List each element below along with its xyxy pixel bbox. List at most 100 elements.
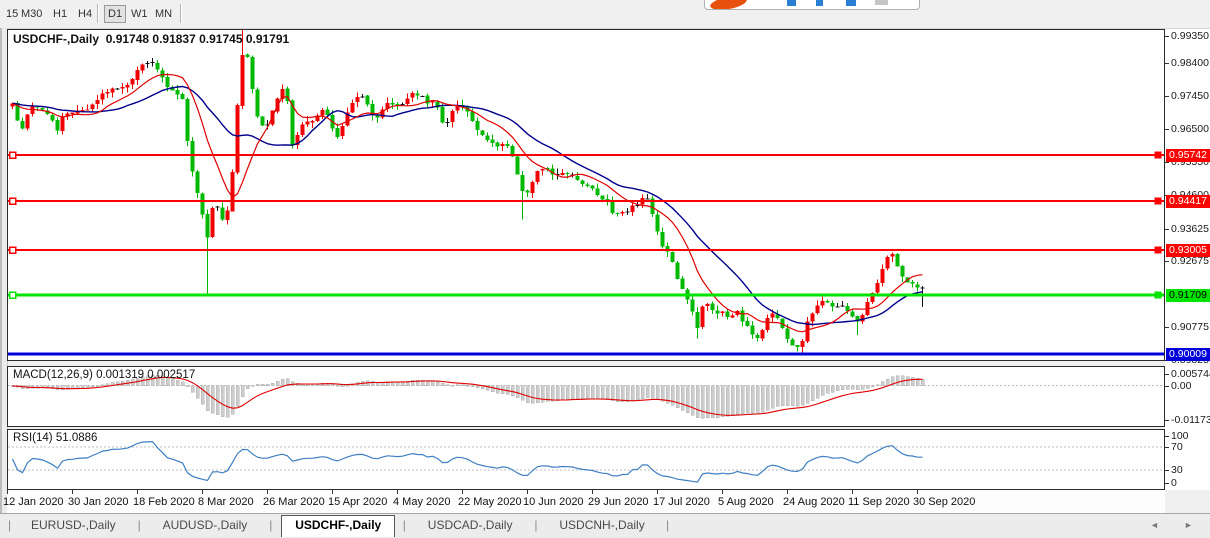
date-tick (332, 490, 333, 494)
price-axis-tick (1165, 96, 1169, 97)
tab-separator: | (138, 518, 141, 532)
timeframe-button-h4[interactable]: H4 (75, 6, 95, 22)
tab-separator: | (666, 518, 669, 532)
date-tick (852, 490, 853, 494)
price-axis-tick (1165, 360, 1169, 361)
macd-axis-label: -0.011738 (1171, 414, 1210, 426)
macd-label: MACD(12,26,9) 0.001319 0.002517 (13, 369, 195, 381)
toolbar-separator (97, 4, 98, 23)
hline-left-handle (10, 198, 16, 204)
tab-audusd-daily[interactable]: AUDUSD-,Daily (150, 516, 261, 535)
floating-logo-overlay (704, 0, 920, 10)
hline-right-handle (1155, 198, 1161, 204)
price-badge-0.93005[interactable]: 0.93005 (1166, 244, 1210, 257)
rsi-axis-label: 0 (1171, 477, 1177, 489)
hline-0.91709[interactable] (8, 292, 1164, 298)
date-tick (462, 490, 463, 494)
price-axis[interactable]: 0.993500.984000.974500.965000.955500.946… (1165, 29, 1210, 490)
hline-right-handle (1155, 152, 1161, 158)
price-axis-label: 0.93625 (1171, 223, 1209, 235)
tab-usdcnh-daily[interactable]: USDCNH-,Daily (546, 516, 657, 535)
macd-axis-tick (1165, 386, 1169, 387)
rsi-axis-label: 70 (1171, 441, 1183, 453)
price-axis-tick (1165, 327, 1169, 328)
tab-eurusd-daily[interactable]: EURUSD-,Daily (18, 516, 129, 535)
macd-name: MACD(12,26,9) (13, 369, 93, 381)
rsi-axis-label: 30 (1171, 464, 1183, 476)
date-tick (722, 490, 723, 494)
price-axis-label: 0.97450 (1171, 90, 1209, 102)
rsi-chart (8, 430, 1164, 489)
date-label: 30 Jan 2020 (68, 496, 129, 508)
price-axis-tick (1165, 162, 1169, 163)
price-axis-label: 0.90775 (1171, 321, 1209, 333)
price-axis-label: 0.98400 (1171, 57, 1209, 69)
rsi-value: 51.0886 (56, 432, 98, 444)
rsi-label: RSI(14) 51.0886 (13, 432, 97, 444)
price-badge-0.95742[interactable]: 0.95742 (1166, 149, 1210, 162)
rsi-indicator-panel[interactable]: RSI(14) 51.0886 (7, 429, 1165, 490)
tab-separator: | (269, 518, 272, 532)
date-tick (267, 490, 268, 494)
hline-left-handle (10, 152, 16, 158)
date-label: 12 Jan 2020 (3, 496, 64, 508)
date-tick (397, 490, 398, 494)
date-tick (527, 490, 528, 494)
tab-separator: | (403, 518, 406, 532)
date-label: 15 Apr 2020 (328, 496, 387, 508)
candles (11, 30, 925, 354)
candlestick-chart[interactable] (8, 30, 1164, 360)
date-axis[interactable]: 12 Jan 202030 Jan 202018 Feb 20208 Mar 2… (7, 490, 1165, 513)
price-axis-tick (1165, 229, 1169, 230)
hline-0.95742[interactable] (8, 152, 1164, 158)
date-tick (592, 490, 593, 494)
logo-blue-glyph-icon (846, 0, 856, 6)
date-label: 8 Mar 2020 (198, 496, 254, 508)
rsi-axis-tick (1165, 483, 1169, 484)
macd-indicator-panel[interactable]: MACD(12,26,9) 0.001319 0.002517 (7, 366, 1165, 427)
slow-ma-line (13, 87, 923, 325)
date-label: 26 Mar 2020 (263, 496, 325, 508)
price-axis-tick (1165, 261, 1169, 262)
price-badge-0.94417[interactable]: 0.94417 (1166, 195, 1210, 208)
toolbar-separator (180, 4, 181, 23)
logo-blue-glyph-icon (787, 0, 796, 6)
date-label: 30 Sep 2020 (913, 496, 975, 508)
date-label: 10 Jun 2020 (523, 496, 584, 508)
tab-usdchf-daily[interactable]: USDCHF-,Daily (281, 515, 395, 537)
hline-left-handle (10, 292, 16, 298)
price-badge-0.90009[interactable]: 0.90009 (1166, 348, 1210, 361)
rsi-axis-tick (1165, 436, 1169, 437)
timeframe-button-m30[interactable]: M30 (18, 6, 45, 22)
date-label: 17 Jul 2020 (653, 496, 710, 508)
timeframe-button-h1[interactable]: H1 (50, 6, 70, 22)
date-label: 5 Aug 2020 (718, 496, 774, 508)
date-tick (202, 490, 203, 494)
macd-values: 0.001319 0.002517 (96, 369, 195, 381)
date-tick (137, 490, 138, 494)
timeframe-button-d1[interactable]: D1 (104, 5, 126, 23)
macd-axis-tick (1165, 374, 1169, 375)
date-tick (72, 490, 73, 494)
hline-right-handle (1155, 247, 1161, 253)
hline-0.93005[interactable] (8, 247, 1164, 253)
logo-blue-glyph-icon (816, 0, 823, 6)
price-axis-tick (1165, 129, 1169, 130)
date-tick (787, 490, 788, 494)
tab-scroll-left-button[interactable]: ◄ (1150, 520, 1159, 530)
price-axis-label: 0.99350 (1171, 30, 1209, 42)
price-badge-0.91709[interactable]: 0.91709 (1166, 289, 1210, 302)
price-axis-label: 0.92675 (1171, 255, 1209, 267)
rsi-axis-tick (1165, 447, 1169, 448)
tab-separator: | (8, 518, 11, 532)
hline-0.94417[interactable] (8, 198, 1164, 204)
price-axis-label: 0.96500 (1171, 123, 1209, 135)
tab-usdcad-daily[interactable]: USDCAD-,Daily (415, 516, 526, 535)
timeframe-button-mn[interactable]: MN (152, 6, 175, 22)
macd-axis-label: 0.00 (1171, 380, 1191, 392)
timeframe-button-w1[interactable]: W1 (128, 6, 151, 22)
price-chart-panel[interactable]: USDCHF-,Daily 0.91748 0.91837 0.91745 0.… (7, 29, 1165, 361)
tab-scroll-right-button[interactable]: ► (1184, 520, 1193, 530)
rsi-axis-tick (1165, 470, 1169, 471)
hline-right-handle (1155, 292, 1161, 298)
